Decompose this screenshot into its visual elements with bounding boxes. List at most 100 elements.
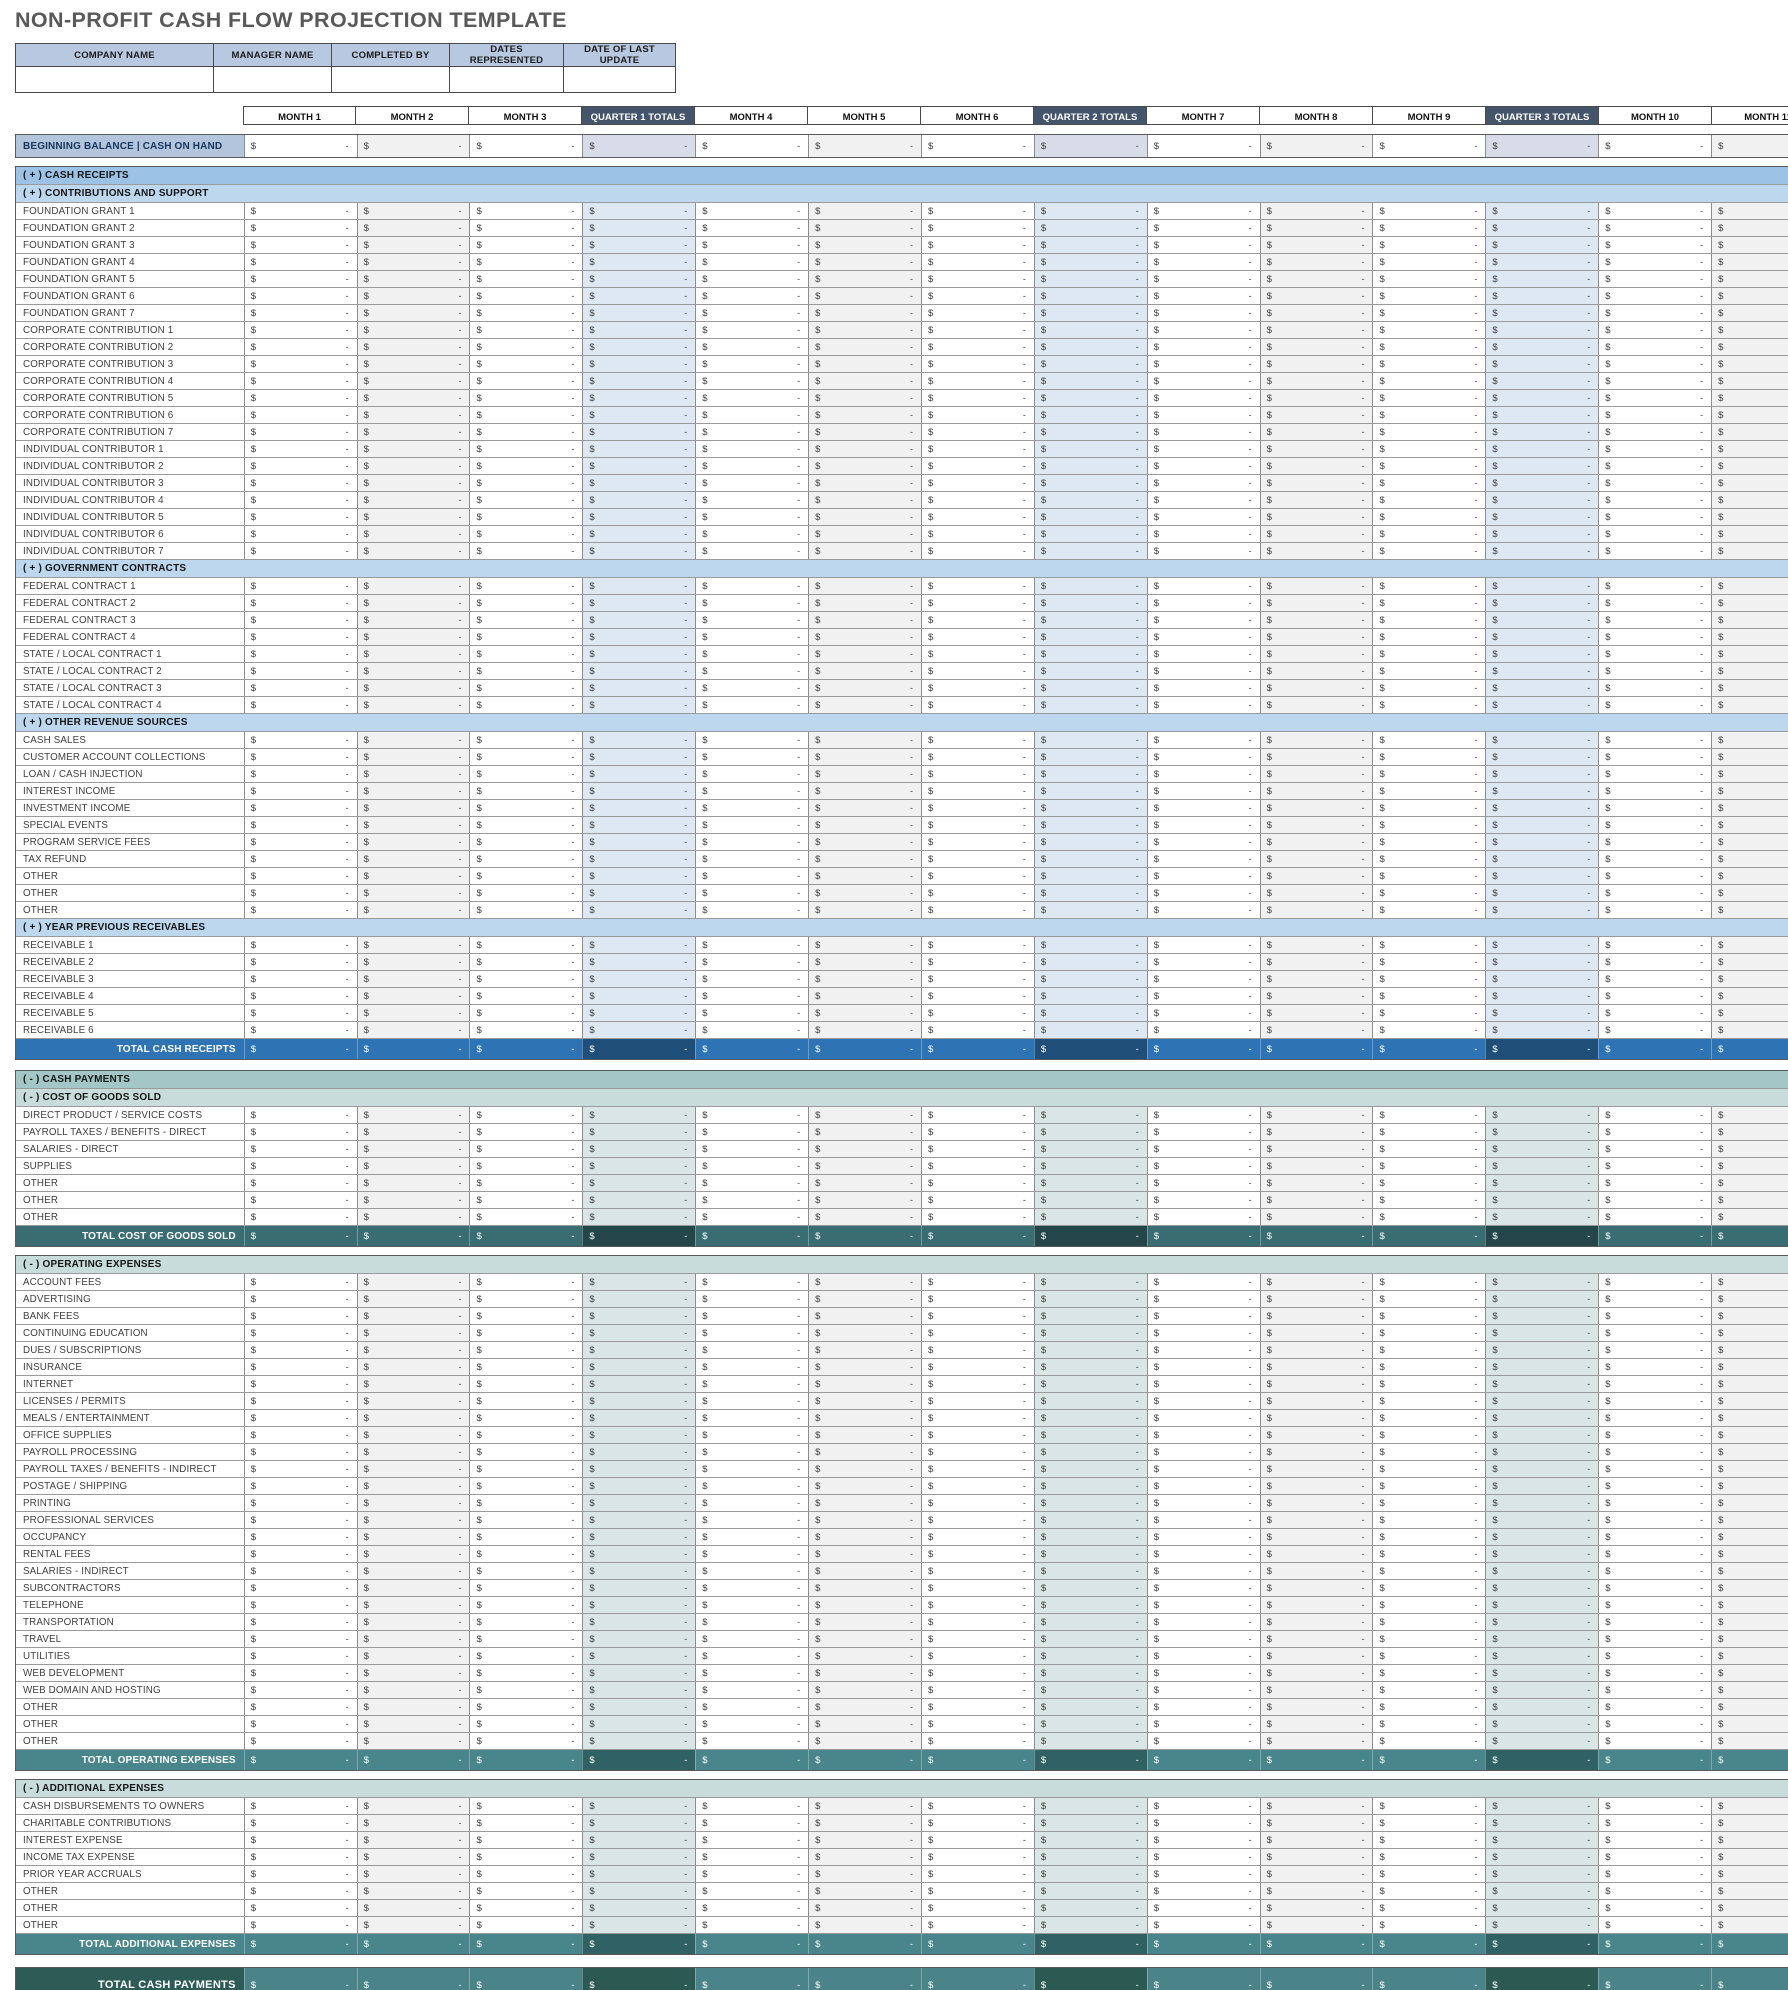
- amount-cell[interactable]: $-: [808, 254, 921, 270]
- amount-cell[interactable]: $-: [1485, 680, 1598, 696]
- amount-cell[interactable]: $-: [1485, 1815, 1598, 1831]
- amount-cell[interactable]: $-: [357, 1750, 470, 1770]
- amount-cell[interactable]: $-: [1711, 1849, 1788, 1865]
- completed-by-input[interactable]: [332, 67, 450, 93]
- amount-cell[interactable]: $-: [1598, 732, 1711, 748]
- amount-cell[interactable]: $-: [1034, 1682, 1147, 1698]
- amount-cell[interactable]: $-: [1034, 629, 1147, 645]
- amount-cell[interactable]: $-: [1485, 1209, 1598, 1225]
- amount-cell[interactable]: $-: [1147, 766, 1260, 782]
- amount-cell[interactable]: $-: [1372, 1359, 1485, 1375]
- amount-cell[interactable]: $-: [921, 1716, 1034, 1732]
- amount-cell[interactable]: $-: [1485, 1631, 1598, 1647]
- amount-cell[interactable]: $-: [469, 1631, 582, 1647]
- amount-cell[interactable]: $-: [469, 1699, 582, 1715]
- amount-cell[interactable]: $-: [244, 1039, 357, 1059]
- amount-cell[interactable]: $-: [695, 492, 808, 508]
- amount-cell[interactable]: $-: [1598, 1866, 1711, 1882]
- amount-cell[interactable]: $-: [1485, 1274, 1598, 1290]
- amount-cell[interactable]: $-: [1711, 732, 1788, 748]
- amount-cell[interactable]: $-: [1372, 1750, 1485, 1770]
- amount-cell[interactable]: $-: [357, 1342, 470, 1358]
- amount-cell[interactable]: $-: [695, 1209, 808, 1225]
- amount-cell[interactable]: $-: [1485, 766, 1598, 782]
- amount-cell[interactable]: $-: [921, 509, 1034, 525]
- amount-cell[interactable]: $-: [357, 271, 470, 287]
- amount-cell[interactable]: $-: [244, 1665, 357, 1681]
- amount-cell[interactable]: $-: [808, 492, 921, 508]
- amount-cell[interactable]: $-: [1260, 526, 1373, 542]
- amount-cell[interactable]: $-: [695, 441, 808, 457]
- amount-cell[interactable]: $-: [808, 1107, 921, 1123]
- amount-cell[interactable]: $-: [1598, 851, 1711, 867]
- amount-cell[interactable]: $-: [1034, 612, 1147, 628]
- amount-cell[interactable]: $-: [921, 288, 1034, 304]
- amount-cell[interactable]: $-: [244, 271, 357, 287]
- amount-cell[interactable]: $-: [1711, 475, 1788, 491]
- amount-cell[interactable]: $-: [582, 902, 695, 918]
- amount-cell[interactable]: $-: [1034, 271, 1147, 287]
- amount-cell[interactable]: $-: [244, 1529, 357, 1545]
- amount-cell[interactable]: $-: [582, 322, 695, 338]
- amount-cell[interactable]: $-: [808, 988, 921, 1004]
- amount-cell[interactable]: $-: [1598, 1393, 1711, 1409]
- amount-cell[interactable]: $-: [1147, 1699, 1260, 1715]
- amount-cell[interactable]: $-: [582, 475, 695, 491]
- amount-cell[interactable]: $-: [244, 1968, 357, 1990]
- amount-cell[interactable]: $-: [1147, 390, 1260, 406]
- amount-cell[interactable]: $-: [1147, 271, 1260, 287]
- amount-cell[interactable]: $-: [1147, 1832, 1260, 1848]
- amount-cell[interactable]: $-: [1711, 612, 1788, 628]
- amount-cell[interactable]: $-: [1147, 220, 1260, 236]
- amount-cell[interactable]: $-: [1485, 1175, 1598, 1191]
- amount-cell[interactable]: $-: [1485, 1798, 1598, 1814]
- amount-cell[interactable]: $-: [1485, 1359, 1598, 1375]
- amount-cell[interactable]: $-: [808, 1175, 921, 1191]
- amount-cell[interactable]: $-: [808, 1665, 921, 1681]
- amount-cell[interactable]: $-: [695, 424, 808, 440]
- amount-cell[interactable]: $-: [1711, 1461, 1788, 1477]
- amount-cell[interactable]: $-: [1598, 817, 1711, 833]
- amount-cell[interactable]: $-: [1147, 971, 1260, 987]
- amount-cell[interactable]: $-: [1147, 1900, 1260, 1916]
- amount-cell[interactable]: $-: [921, 1682, 1034, 1698]
- amount-cell[interactable]: $-: [1147, 1849, 1260, 1865]
- amount-cell[interactable]: $-: [469, 680, 582, 696]
- amount-cell[interactable]: $-: [469, 1798, 582, 1814]
- amount-cell[interactable]: $-: [1372, 1274, 1485, 1290]
- amount-cell[interactable]: $-: [1034, 322, 1147, 338]
- amount-cell[interactable]: $-: [357, 697, 470, 713]
- amount-cell[interactable]: $-: [469, 356, 582, 372]
- amount-cell[interactable]: $-: [1598, 868, 1711, 884]
- amount-cell[interactable]: $-: [1711, 509, 1788, 525]
- amount-cell[interactable]: $-: [1034, 578, 1147, 594]
- amount-cell[interactable]: $-: [1598, 1495, 1711, 1511]
- amount-cell[interactable]: $-: [469, 1039, 582, 1059]
- amount-cell[interactable]: $-: [921, 749, 1034, 765]
- amount-cell[interactable]: $-: [808, 424, 921, 440]
- amount-cell[interactable]: $-: [1711, 800, 1788, 816]
- amount-cell[interactable]: $-: [582, 971, 695, 987]
- amount-cell[interactable]: $-: [1711, 1376, 1788, 1392]
- amount-cell[interactable]: $-: [469, 612, 582, 628]
- amount-cell[interactable]: $-: [1485, 526, 1598, 542]
- amount-cell[interactable]: $-: [1260, 1461, 1373, 1477]
- amount-cell[interactable]: $-: [469, 1427, 582, 1443]
- amount-cell[interactable]: $-: [695, 407, 808, 423]
- amount-cell[interactable]: $-: [582, 543, 695, 559]
- amount-cell[interactable]: $-: [1711, 1699, 1788, 1715]
- amount-cell[interactable]: $-: [469, 749, 582, 765]
- amount-cell[interactable]: $-: [695, 339, 808, 355]
- amount-cell[interactable]: $-: [1147, 1410, 1260, 1426]
- amount-cell[interactable]: $-: [695, 1883, 808, 1899]
- amount-cell[interactable]: $-: [244, 356, 357, 372]
- amount-cell[interactable]: $-: [469, 937, 582, 953]
- amount-cell[interactable]: $-: [1711, 1427, 1788, 1443]
- amount-cell[interactable]: $-: [1372, 1798, 1485, 1814]
- amount-cell[interactable]: $-: [357, 902, 470, 918]
- amount-cell[interactable]: $-: [1711, 1917, 1788, 1933]
- amount-cell[interactable]: $-: [695, 1546, 808, 1562]
- amount-cell[interactable]: $-: [808, 1342, 921, 1358]
- amount-cell[interactable]: $-: [244, 135, 357, 157]
- amount-cell[interactable]: $-: [1147, 1478, 1260, 1494]
